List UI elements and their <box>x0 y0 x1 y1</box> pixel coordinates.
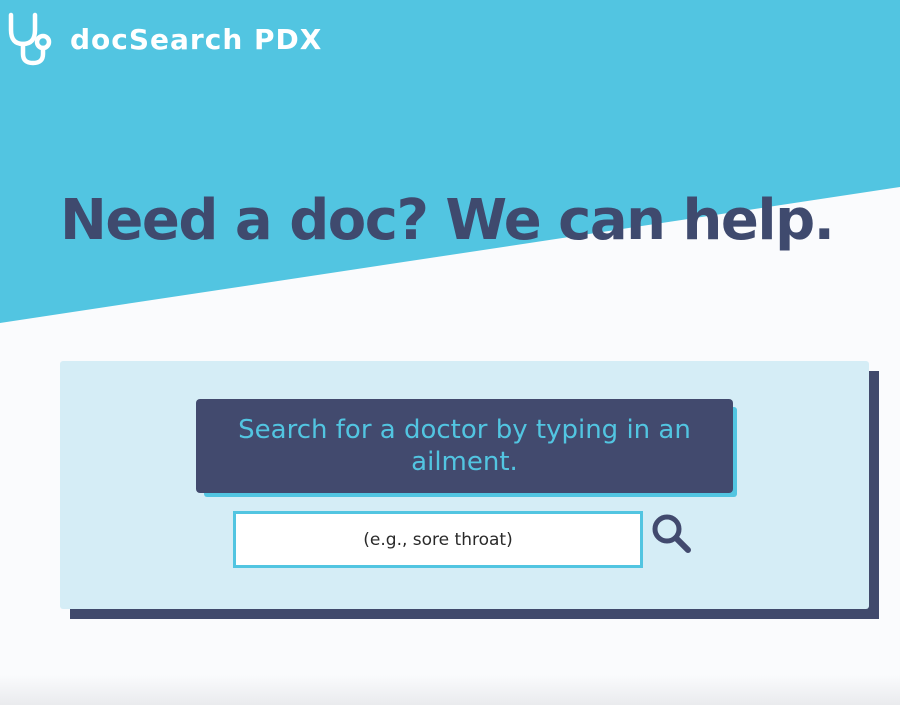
ailment-search-input[interactable] <box>233 511 643 568</box>
hero-headline: Need a doc? We can help. <box>60 188 835 253</box>
brand-name[interactable]: docSearch PDX <box>70 23 322 56</box>
stethoscope-icon[interactable] <box>6 12 54 66</box>
search-button[interactable] <box>650 512 694 556</box>
search-prompt-box: Search for a doctor by typing in an ailm… <box>196 399 733 493</box>
magnifier-icon <box>650 512 694 556</box>
search-prompt-text: Search for a doctor by typing in an ailm… <box>238 415 691 477</box>
bottom-fade <box>0 675 900 705</box>
site-header: docSearch PDX <box>6 12 322 66</box>
